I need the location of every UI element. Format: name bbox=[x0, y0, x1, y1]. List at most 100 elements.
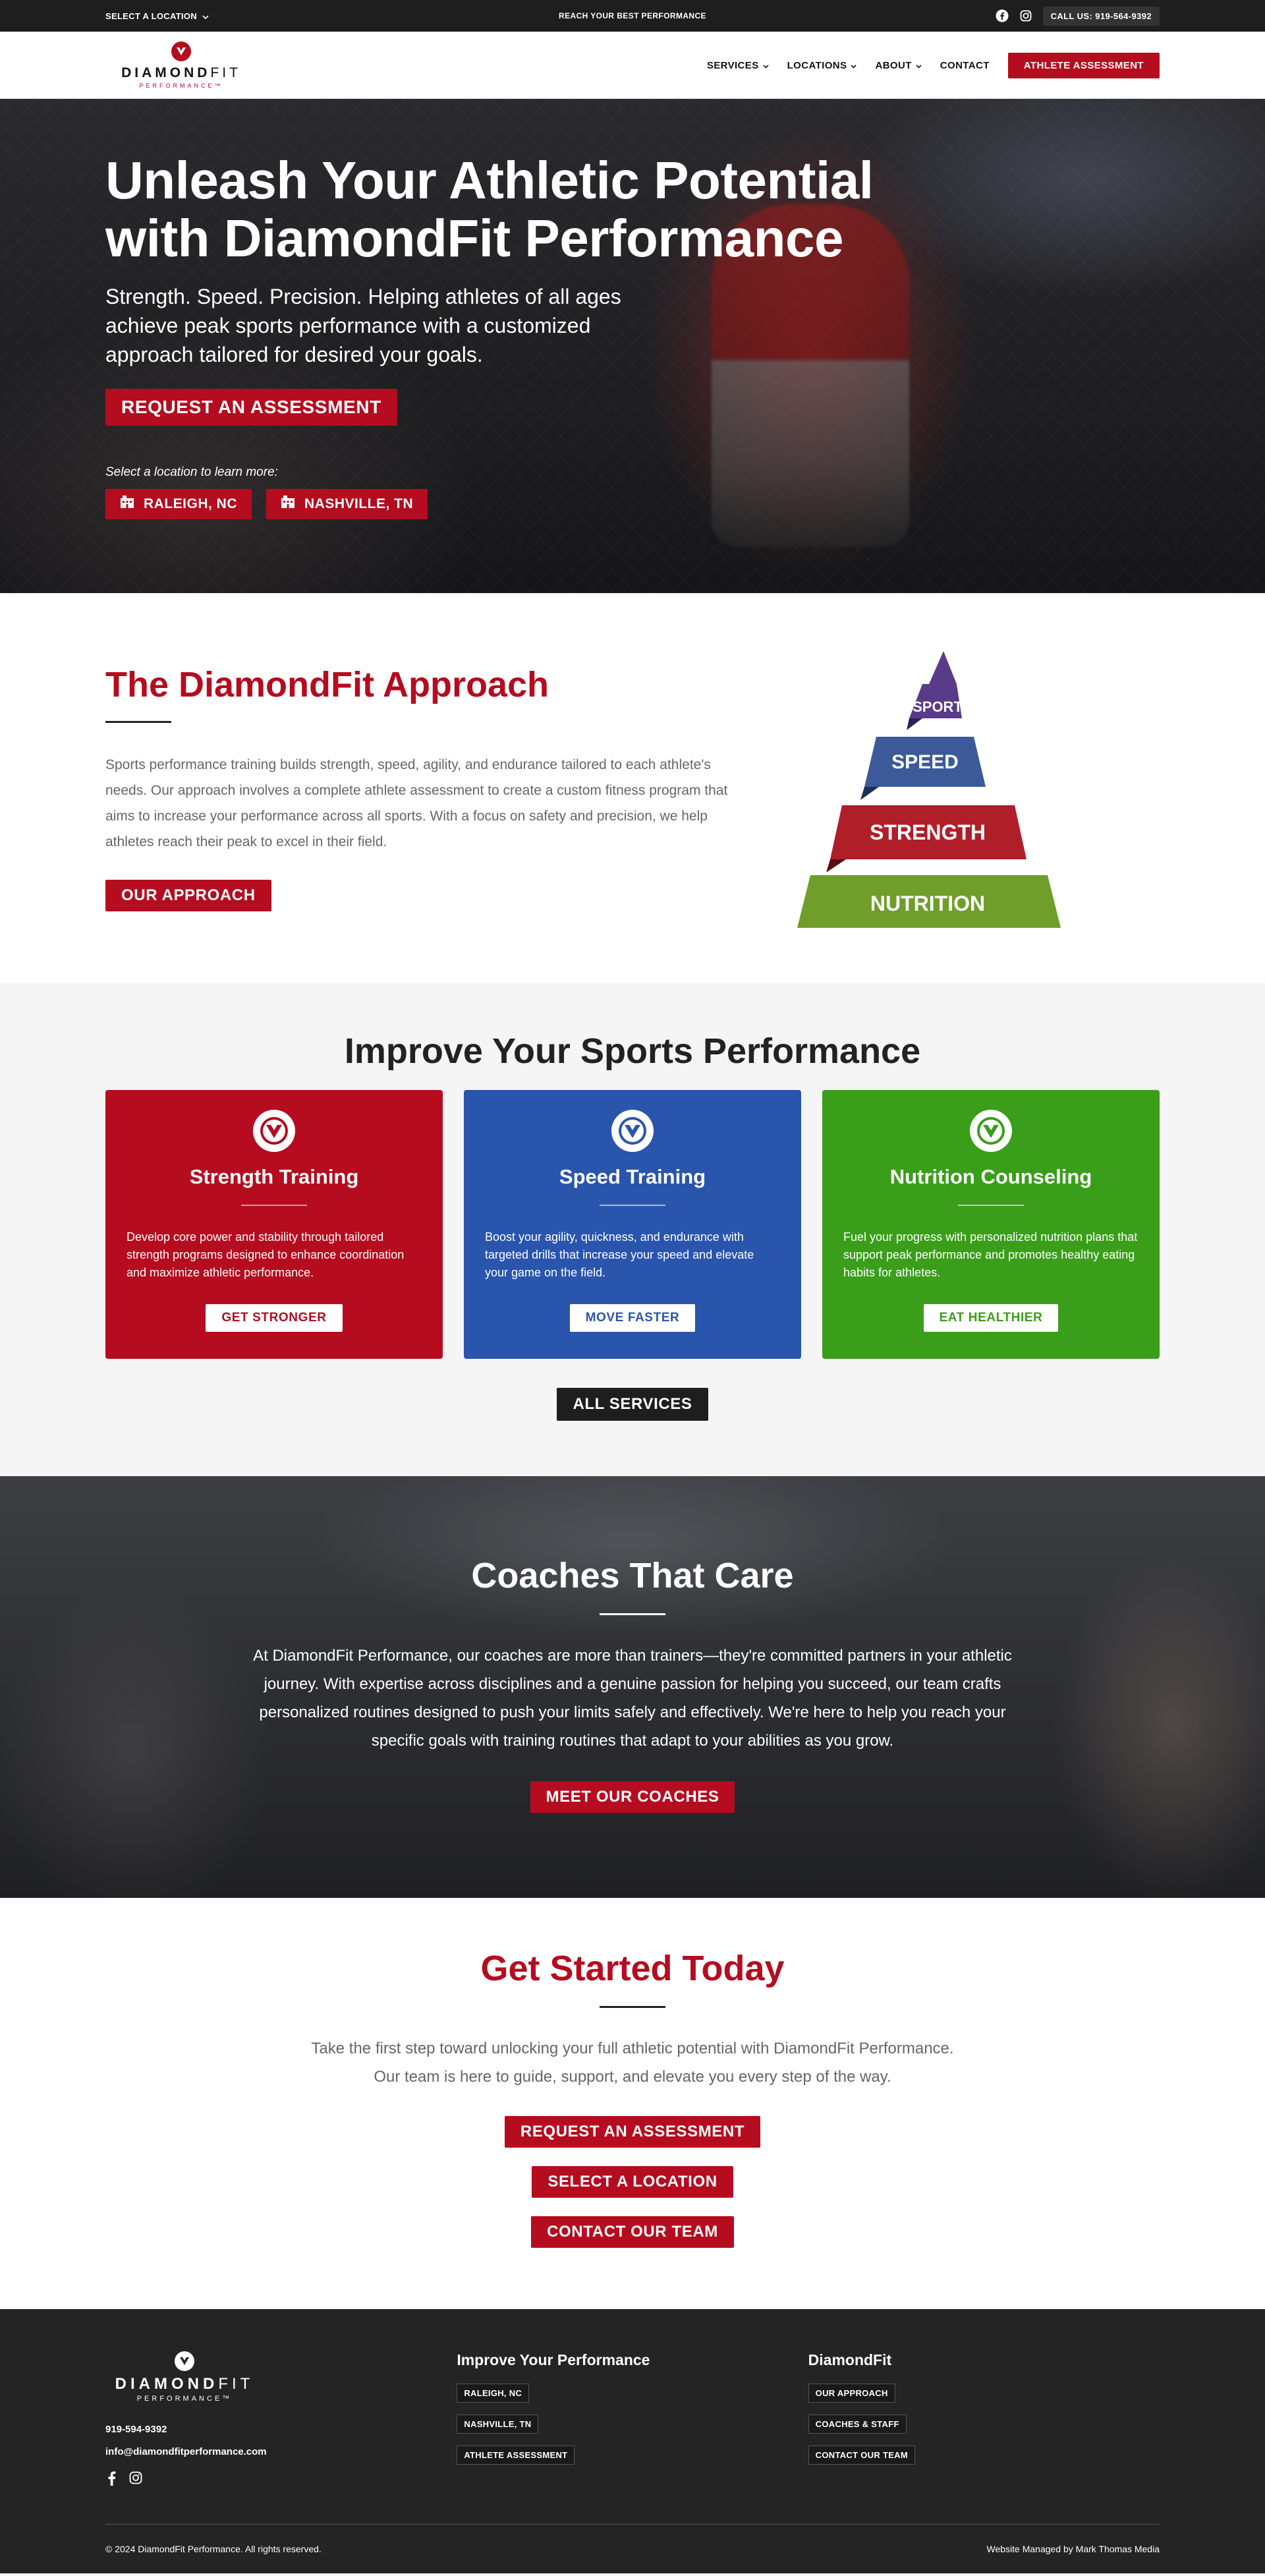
request-assessment-button[interactable]: REQUEST AN ASSESSMENT bbox=[504, 2116, 761, 2148]
location-button-raleigh[interactable]: RALEIGH, NC bbox=[105, 489, 252, 519]
service-card-title: Nutrition Counseling bbox=[889, 1165, 1092, 1188]
nav-services-label: SERVICES bbox=[706, 59, 759, 71]
copyright-text: © 2024 DiamondFit Performance. All right… bbox=[105, 2544, 322, 2554]
logo-subtitle: PERFORMANCE™ bbox=[139, 82, 223, 89]
instagram-icon[interactable] bbox=[129, 2471, 142, 2489]
hero-section: Unleash Your Athletic Potential with Dia… bbox=[0, 99, 1265, 593]
footer-link-contact-team[interactable]: CONTACT OUR TEAM bbox=[808, 2446, 915, 2465]
diamond-logo-icon bbox=[175, 2351, 194, 2371]
service-card-strength: Strength Training Develop core power and… bbox=[105, 1090, 443, 1359]
top-bar: SELECT A LOCATION REACH YOUR BEST PERFOR… bbox=[0, 0, 1265, 32]
athlete-assessment-button[interactable]: ATHLETE ASSESSMENT bbox=[1007, 52, 1160, 78]
service-card-nutrition: Nutrition Counseling Fuel your progress … bbox=[822, 1090, 1160, 1359]
service-card-text: Develop core power and stability through… bbox=[126, 1230, 405, 1279]
card-divider bbox=[958, 1205, 1024, 1206]
chevron-down-icon bbox=[763, 60, 769, 71]
all-services-button[interactable]: ALL SERVICES bbox=[557, 1388, 708, 1421]
chevron-down-icon bbox=[202, 11, 209, 21]
footer-link-coaches-staff[interactable]: COACHES & STAFF bbox=[808, 2415, 907, 2434]
diamond-check-icon bbox=[970, 1110, 1012, 1152]
services-title: Improve Your Sports Performance bbox=[344, 1031, 921, 1071]
pyramid-speed-fold bbox=[860, 787, 879, 800]
building-icon bbox=[120, 496, 134, 513]
select-location-label: SELECT A LOCATION bbox=[105, 11, 197, 21]
get-started-text: Take the first step toward unlocking you… bbox=[311, 2040, 954, 2086]
contact-our-team-button[interactable]: CONTACT OUR TEAM bbox=[531, 2216, 734, 2248]
nav-contact-label: CONTACT bbox=[940, 59, 990, 71]
coaches-text: At DiamondFit Performance, our coaches a… bbox=[253, 1647, 1012, 1750]
meet-our-coaches-button[interactable]: MEET OUR COACHES bbox=[530, 1781, 735, 1813]
section-divider bbox=[600, 2006, 665, 2008]
location-button-nashville[interactable]: NASHVILLE, TN bbox=[266, 489, 428, 519]
site-header: DIAMONDFIT PERFORMANCE™ SERVICES LOCATIO… bbox=[0, 32, 1265, 99]
nav-services[interactable]: SERVICES bbox=[707, 60, 769, 71]
diamond-logo-icon bbox=[171, 42, 191, 61]
footer-phone[interactable]: 919-594-9392 bbox=[105, 2419, 457, 2441]
pyramid-label-speed: SPEED bbox=[891, 751, 959, 773]
footer-logo-wordmark: DIAMONDFIT bbox=[115, 2375, 254, 2393]
location-label-nashville: NASHVILLE, TN bbox=[304, 496, 414, 511]
card-divider bbox=[241, 1205, 307, 1206]
nav-contact[interactable]: CONTACT bbox=[940, 60, 990, 71]
facebook-icon[interactable] bbox=[105, 2471, 119, 2489]
footer-logo[interactable]: DIAMONDFIT PERFORMANCE™ bbox=[105, 2351, 264, 2403]
coaches-title: Coaches That Care bbox=[471, 1556, 794, 1595]
move-faster-button[interactable]: MOVE FASTER bbox=[569, 1304, 696, 1332]
performance-pyramid: SPORT SPEED STRENGTH NUTRITION bbox=[797, 593, 1087, 983]
nav-about-label: ABOUT bbox=[875, 59, 912, 71]
approach-title: The DiamondFit Approach bbox=[105, 665, 549, 704]
hero-title: Unleash Your Athletic Potential with Dia… bbox=[105, 151, 874, 268]
footer-email[interactable]: info@diamondfitperformance.com bbox=[105, 2441, 457, 2463]
footer-link-our-approach[interactable]: OUR APPROACH bbox=[808, 2384, 895, 2403]
service-card-speed: Speed Training Boost your agility, quick… bbox=[464, 1090, 801, 1359]
footer-link-nashville[interactable]: NASHVILLE, TN bbox=[457, 2415, 539, 2434]
nav-about[interactable]: ABOUT bbox=[875, 59, 922, 71]
service-card-title: Speed Training bbox=[559, 1165, 706, 1188]
site-credit-link[interactable]: Website Managed by Mark Thomas Media bbox=[987, 2544, 1160, 2554]
request-assessment-button[interactable]: REQUEST AN ASSESSMENT bbox=[105, 389, 397, 426]
facebook-icon[interactable] bbox=[996, 9, 1009, 22]
coaches-section: Coaches That Care At DiamondFit Performa… bbox=[0, 1476, 1265, 1898]
footer-col-performance-title: Improve Your Performance bbox=[457, 2351, 650, 2368]
pyramid-label-sport: SPORT bbox=[913, 699, 963, 715]
instagram-icon[interactable] bbox=[1019, 9, 1032, 22]
call-us-button[interactable]: CALL US: 919-564-9392 bbox=[1042, 6, 1160, 26]
hero-subtitle: Strength. Speed. Precision. Helping athl… bbox=[105, 285, 621, 366]
pyramid-label-strength: STRENGTH bbox=[870, 820, 986, 844]
section-divider bbox=[105, 721, 171, 723]
our-approach-button[interactable]: OUR APPROACH bbox=[105, 880, 271, 911]
pyramid-sport-fold bbox=[907, 718, 922, 730]
select-location-button[interactable]: SELECT A LOCATION bbox=[532, 2166, 733, 2198]
card-divider bbox=[600, 1205, 665, 1206]
nav-locations[interactable]: LOCATIONS bbox=[787, 60, 857, 71]
topbar-tagline: REACH YOUR BEST PERFORMANCE bbox=[559, 11, 706, 20]
footer-link-athlete-assessment[interactable]: ATHLETE ASSESSMENT bbox=[457, 2446, 575, 2465]
get-started-section: Get Started Today Take the first step to… bbox=[0, 1898, 1265, 2309]
services-section: Improve Your Sports Performance Strength… bbox=[0, 983, 1265, 1476]
location-label-raleigh: RALEIGH, NC bbox=[144, 496, 237, 511]
service-card-title: Strength Training bbox=[189, 1165, 359, 1188]
diamond-check-icon bbox=[611, 1110, 654, 1152]
hero-select-location-label: Select a location to learn more: bbox=[105, 465, 278, 479]
pyramid-label-nutrition: NUTRITION bbox=[870, 892, 985, 915]
pyramid-strength-fold bbox=[826, 859, 846, 873]
service-card-text: Boost your agility, quickness, and endur… bbox=[485, 1230, 754, 1279]
building-icon bbox=[281, 496, 295, 513]
section-divider bbox=[600, 1613, 665, 1615]
chevron-down-icon bbox=[916, 60, 922, 71]
select-location-dropdown[interactable]: SELECT A LOCATION bbox=[105, 11, 209, 21]
chevron-down-icon bbox=[851, 60, 857, 71]
get-started-title: Get Started Today bbox=[480, 1949, 785, 1988]
footer-logo-subtitle: PERFORMANCE™ bbox=[136, 2395, 233, 2403]
site-footer: DIAMONDFIT PERFORMANCE™ 919-594-9392 inf… bbox=[0, 2309, 1265, 2573]
footer-link-raleigh[interactable]: RALEIGH, NC bbox=[457, 2384, 530, 2403]
approach-section: The DiamondFit Approach Sports performan… bbox=[0, 593, 1265, 983]
site-logo[interactable]: DIAMONDFIT PERFORMANCE™ bbox=[105, 42, 257, 89]
eat-healthier-button[interactable]: EAT HEALTHIER bbox=[923, 1304, 1059, 1332]
approach-text: Sports performance training builds stren… bbox=[105, 757, 728, 849]
service-card-text: Fuel your progress with personalized nut… bbox=[843, 1230, 1138, 1279]
get-stronger-button[interactable]: GET STRONGER bbox=[206, 1304, 343, 1332]
nav-locations-label: LOCATIONS bbox=[787, 59, 847, 71]
main-nav: SERVICES LOCATIONS ABOUT CONTACT ATHLETE… bbox=[707, 52, 1160, 78]
logo-wordmark: DIAMONDFIT bbox=[121, 65, 241, 80]
